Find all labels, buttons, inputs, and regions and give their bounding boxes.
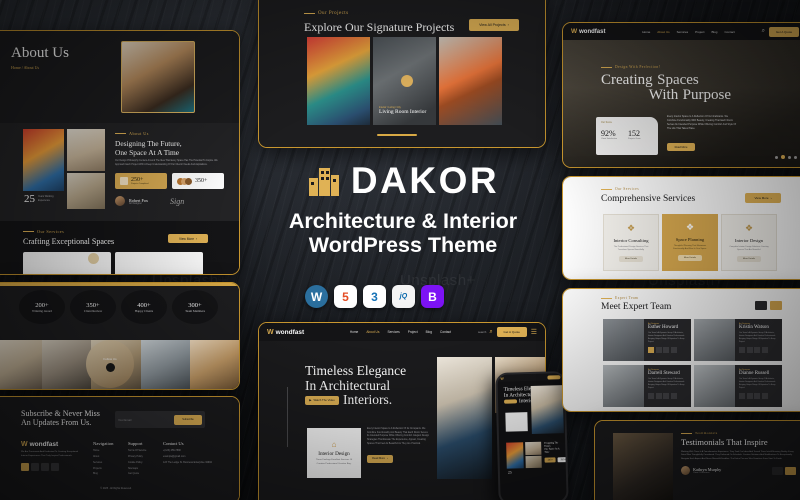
vignette-overlay [0,0,800,500]
screenshot-stage: Unsplash+ Unsplash+ Unsplash+ Unsplash+ … [0,0,800,500]
